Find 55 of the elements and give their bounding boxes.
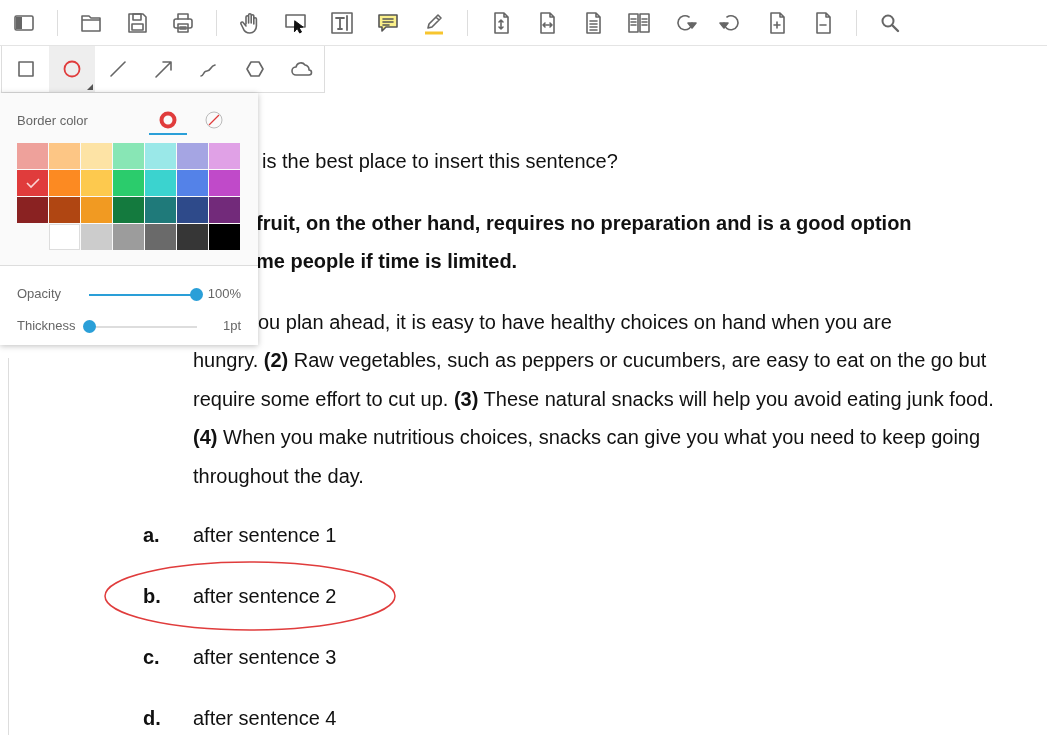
- color-swatch[interactable]: [49, 224, 80, 250]
- checkmark-icon: [24, 177, 41, 189]
- option-text: after sentence 2: [193, 584, 337, 610]
- passage-text: hungry. (2) Raw vegetables, such as peppers or cucumbers, are easy to eat on the go but require some effort to cut up. (3) These natural snacks will help you avoid eating junk food. (4) When you make nutritious choices, snacks can give you what you need to keep going throughout the day.: [193, 348, 995, 489]
- color-swatch[interactable]: [17, 197, 48, 223]
- color-swatch[interactable]: [81, 143, 112, 169]
- color-swatch[interactable]: [49, 170, 80, 196]
- color-swatch[interactable]: [81, 197, 112, 223]
- color-swatch[interactable]: [17, 143, 48, 169]
- no-color-icon: [205, 111, 223, 129]
- slider-handle[interactable]: [190, 287, 203, 301]
- option-letter: b.: [143, 584, 162, 610]
- color-swatch[interactable]: [17, 170, 48, 196]
- color-swatch[interactable]: [209, 224, 240, 250]
- color-swatch[interactable]: [145, 143, 176, 169]
- color-swatch[interactable]: [209, 143, 240, 169]
- option-letter: c.: [143, 645, 161, 671]
- slider-label: Thickness: [17, 317, 76, 336]
- color-swatch[interactable]: [113, 143, 144, 169]
- slider-label: Opacity: [17, 285, 62, 304]
- color-swatch[interactable]: [177, 143, 208, 169]
- option-text: after sentence 4: [193, 706, 337, 732]
- double-page-icon[interactable]: [627, 10, 651, 35]
- color-swatch[interactable]: [113, 170, 144, 196]
- color-swatch[interactable]: [177, 224, 208, 250]
- color-swatch[interactable]: [145, 170, 176, 196]
- slider-handle[interactable]: [83, 319, 96, 333]
- color-swatch[interactable]: [49, 143, 80, 169]
- slider-value: 1pt: [221, 317, 241, 336]
- question-text: is the best place to insert this sentence?: [262, 149, 619, 174]
- color-swatch[interactable]: [49, 197, 80, 223]
- color-swatch[interactable]: [81, 170, 112, 196]
- color-swatch[interactable]: [145, 224, 176, 250]
- option-letter: d.: [143, 706, 162, 732]
- color-swatch[interactable]: [113, 224, 144, 250]
- save-icon[interactable]: [125, 10, 149, 35]
- border-color-label: Border color: [17, 112, 88, 131]
- sentence-text: fruit, on the other hand, requires no preparation and is a good option: [256, 210, 913, 236]
- color-swatch[interactable]: [177, 197, 208, 223]
- ellipse-annotation[interactable]: [104, 561, 396, 631]
- text-tool-icon[interactable]: [330, 10, 354, 35]
- passage-text: ou plan ahead, it is easy to have healthy choices on hand when you are: [258, 309, 893, 335]
- option-text: after sentence 1: [193, 523, 337, 549]
- option-text: after sentence 3: [193, 645, 337, 671]
- color-swatch[interactable]: [145, 197, 176, 223]
- color-swatch[interactable]: [209, 197, 240, 223]
- slider-value: 100%: [206, 285, 241, 304]
- color-swatch[interactable]: [113, 197, 144, 223]
- color-swatch[interactable]: [209, 170, 240, 196]
- ring-icon: [159, 111, 177, 129]
- color-swatch[interactable]: [81, 224, 112, 250]
- print-icon[interactable]: [171, 10, 195, 35]
- option-letter: a.: [143, 523, 161, 549]
- ellipse-tool-button[interactable]: [48, 46, 95, 92]
- color-swatch[interactable]: [177, 170, 208, 196]
